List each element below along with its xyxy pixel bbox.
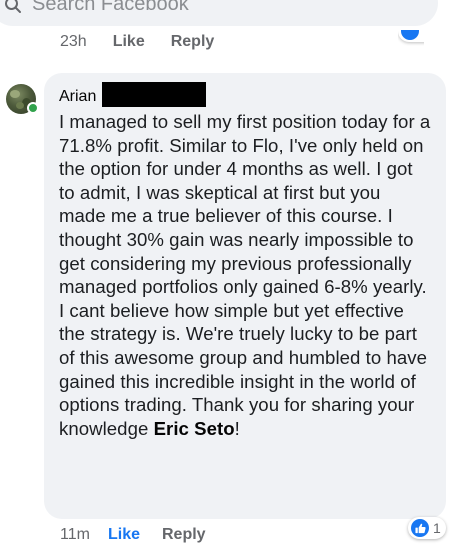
previous-comment-actions: 23h Like Reply [60,33,214,51]
comment-end: ! [234,417,240,439]
avatar-detail [10,90,20,98]
author-row: Arian [59,82,432,107]
reply-button[interactable]: Reply [162,526,206,544]
online-status-dot [27,102,39,114]
previous-reply-button[interactable]: Reply [171,33,215,51]
comment-actions: 11m Like Reply [60,526,206,544]
reaction-counter[interactable]: 1 [408,517,446,539]
comment-body: I managed to sell my first position toda… [59,111,431,439]
author-name[interactable]: Arian [59,88,96,106]
search-bar[interactable]: Search Facebook [0,0,438,26]
previous-comment-timestamp: 23h [60,33,87,50]
comment-timestamp[interactable]: 11m [60,526,108,544]
comment-bubble: Arian I managed to sell my first positio… [44,73,446,519]
mention-link[interactable]: Eric Seto [154,418,235,439]
search-input[interactable]: Search Facebook [32,0,189,14]
name-redaction-box [102,82,206,107]
search-icon [5,0,21,13]
previous-like-button[interactable]: Like [113,33,145,51]
thumbs-up-icon [414,523,426,533]
like-button[interactable]: Like [108,526,162,544]
facebook-comment-thread: Search Facebook 23h Like Reply Arian I m… [0,0,461,555]
previous-reaction-counter[interactable] [398,30,424,46]
avatar-detail [16,102,24,109]
comment-text: I managed to sell my first position toda… [59,110,432,440]
reaction-count: 1 [433,520,441,536]
like-icon [411,519,429,537]
